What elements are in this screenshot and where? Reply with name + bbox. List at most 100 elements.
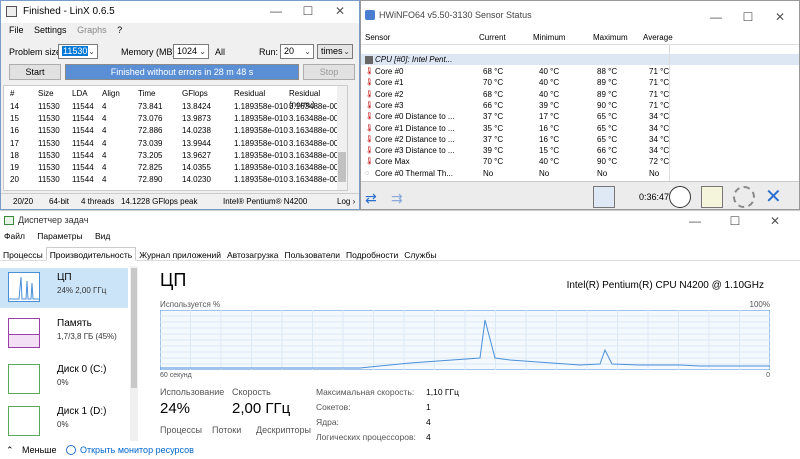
sensor-row[interactable]: 🌡 Core #2 Distance to ... 37 °C 16 °C 65 °C 3… <box>361 134 799 145</box>
close-icon[interactable]: ✕ <box>765 184 782 209</box>
usage-value: 24% <box>160 400 191 417</box>
table-row[interactable]: 19 11530 11544 4 72.825 14.0355 1.189358e-010 3… <box>4 162 347 173</box>
sensor-cell: 35 °C <box>483 123 504 133</box>
detail-label: Ядра: <box>316 417 339 427</box>
menu-settings[interactable]: Settings <box>34 25 67 35</box>
col-header[interactable]: Residual <box>234 88 265 99</box>
sensor-cell: Core #1 <box>375 78 404 88</box>
results-scrollbar[interactable] <box>337 86 347 190</box>
menu-options[interactable]: Параметры <box>37 231 82 241</box>
sidebar-item-disk-1[interactable]: Диск 1 (D:) 0% <box>0 402 128 442</box>
table-row[interactable]: 17 11530 11544 4 73.039 13.9944 1.189358e-010 3… <box>4 138 347 149</box>
menu-view[interactable]: Вид <box>95 231 110 241</box>
table-row[interactable]: 16 11530 11544 4 72.886 14.0238 1.189358e-010 3… <box>4 125 347 136</box>
maximize-icon[interactable]: ☐ <box>733 7 763 27</box>
sensor-row[interactable]: 🌡 Core #1 Distance to ... 35 °C 16 °C 65 °C 3… <box>361 123 799 134</box>
sensor-row[interactable]: 🌡 Core #0 68 °C 40 °C 88 °C 71 °C <box>361 66 799 77</box>
run-unit-value: times <box>321 46 343 56</box>
sensor-row[interactable]: 🌡 Core #3 66 °C 39 °C 90 °C 71 °C <box>361 100 799 111</box>
table-cell: 1.189358e-010 <box>234 114 288 124</box>
scrollbar-thumb[interactable] <box>338 152 346 182</box>
close-icon[interactable]: ✕ <box>760 211 790 231</box>
stop-button[interactable]: Stop <box>303 64 355 80</box>
sensor-row[interactable]: ◌ Core #0 Thermal Th... No No No No <box>361 168 799 179</box>
table-row[interactable]: 18 11530 11544 4 73.205 13.9627 1.189358e-010 3… <box>4 150 347 161</box>
arrow-right-double-icon[interactable]: ⇉ <box>391 190 403 207</box>
col-header[interactable]: Minimum <box>533 31 565 45</box>
sensor-cell: 16 °C <box>539 123 560 133</box>
tab-app-history[interactable]: Журнал приложений <box>136 248 224 262</box>
memory-thumb-fill <box>9 334 39 347</box>
clock-icon[interactable] <box>669 186 691 208</box>
table-cell: 4 <box>102 102 107 111</box>
menu-help[interactable]: ? <box>117 25 122 35</box>
start-button[interactable]: Start <box>9 64 61 80</box>
col-header[interactable]: # <box>10 88 14 99</box>
menu-graphs[interactable]: Graphs <box>77 25 107 35</box>
close-icon[interactable]: ✕ <box>765 7 795 27</box>
sensor-row[interactable]: 🌡 Core #3 Distance to ... 39 °C 15 °C 66 °C 3… <box>361 145 799 156</box>
col-header[interactable]: Maximum <box>593 31 628 45</box>
report-icon[interactable] <box>701 186 723 208</box>
run-select[interactable]: 20 ⌄ <box>280 44 314 59</box>
linx-titlebar[interactable]: Finished - LinX 0.6.5 — ☐ ✕ <box>1 1 359 23</box>
sensor-cell: 70 °C <box>483 78 504 88</box>
tab-performance[interactable]: Производительность <box>45 247 137 261</box>
col-header[interactable]: Align <box>102 88 120 99</box>
col-header[interactable]: Average <box>643 31 673 45</box>
memory-select[interactable]: 1024 ⌄ <box>173 44 209 59</box>
run-unit-select[interactable]: times ⌄ <box>317 44 353 59</box>
minimize-icon[interactable]: — <box>680 211 710 231</box>
minimize-icon[interactable]: — <box>701 7 731 27</box>
table-row[interactable]: 20 11530 11544 4 72.890 14.0230 1.189358e-010 3… <box>4 174 347 185</box>
col-header[interactable]: GFlops <box>182 88 208 99</box>
tab-details[interactable]: Подробности <box>343 248 401 262</box>
log-button[interactable]: Log › <box>337 194 355 209</box>
graph-min-label: 0 <box>766 372 770 379</box>
sensor-cell: 68 °C <box>483 67 504 76</box>
col-header[interactable]: Current <box>479 31 506 45</box>
sidebar-item-memory[interactable]: Память 1,7/3,8 ГБ (45%) <box>0 314 128 354</box>
group-collapse-icon[interactable] <box>365 56 373 64</box>
hwinfo-titlebar[interactable]: HWiNFO64 v5.50-3130 Sensor Status — ☐ ✕ <box>361 1 799 27</box>
arrow-left-right-icon[interactable]: ⇄ <box>365 190 377 207</box>
menu-file[interactable]: File <box>9 25 24 35</box>
network-icon[interactable] <box>593 186 615 208</box>
sensor-cell: 71 °C <box>649 78 670 88</box>
maximize-icon[interactable]: ☐ <box>293 1 323 21</box>
col-header[interactable]: LDA <box>72 88 88 99</box>
tab-startup[interactable]: Автозагрузка <box>224 248 282 262</box>
tab-processes[interactable]: Процессы <box>0 248 46 262</box>
menu-file[interactable]: Файл <box>4 231 25 241</box>
tab-services[interactable]: Службы <box>401 248 439 262</box>
col-header[interactable]: Size <box>38 88 54 99</box>
threads-label: Потоки <box>212 425 242 435</box>
chevron-up-icon[interactable]: ⌃ <box>6 445 14 456</box>
table-cell: 13.9627 <box>182 150 211 160</box>
col-header[interactable]: Time <box>138 88 155 99</box>
problem-size-select[interactable]: 11530 ⌄ <box>58 44 98 59</box>
sensor-row[interactable]: 🌡 Core #0 Distance to ... 37 °C 17 °C 65 °C 3… <box>361 111 799 122</box>
open-resource-monitor-link[interactable]: Открыть монитор ресурсов <box>80 445 194 455</box>
sidebar-item-cpu[interactable]: ЦП 24% 2,00 ГГц <box>0 268 128 308</box>
col-header[interactable]: Sensor <box>365 31 390 45</box>
sensor-row[interactable]: 🌡 Core #2 68 °C 40 °C 89 °C 71 °C <box>361 89 799 100</box>
scrollbar-thumb[interactable] <box>131 268 137 388</box>
sensor-row[interactable]: 🌡 Core Max 70 °C 40 °C 90 °C 72 °C <box>361 156 799 167</box>
maximize-icon[interactable]: ☐ <box>720 211 750 231</box>
status-cpu: Intel® Pentium® N4200 <box>223 197 308 206</box>
table-row[interactable]: 15 11530 11544 4 73.076 13.9873 1.189358e-010 3… <box>4 113 347 124</box>
tab-users[interactable]: Пользователи <box>282 248 343 262</box>
less-details-button[interactable]: Меньше <box>22 445 57 455</box>
minimize-icon[interactable]: — <box>261 1 291 21</box>
gear-icon[interactable] <box>733 186 755 208</box>
sidebar-item-disk-0[interactable]: Диск 0 (C:) 0% <box>0 360 128 400</box>
all-label[interactable]: All <box>215 47 225 57</box>
sensor-group-row[interactable]: CPU [#0]: Intel Pent... <box>361 54 799 66</box>
sidebar-scrollbar[interactable] <box>130 266 138 441</box>
table-row[interactable]: 14 11530 11544 4 73.841 13.8424 1.189358e-010 3… <box>4 101 347 112</box>
close-icon[interactable]: ✕ <box>325 1 355 21</box>
sensor-cell: No <box>597 168 608 178</box>
sensor-row[interactable]: 🌡 Core #1 70 °C 40 °C 89 °C 71 °C <box>361 77 799 88</box>
sensor-cell: 71 °C <box>649 89 670 99</box>
